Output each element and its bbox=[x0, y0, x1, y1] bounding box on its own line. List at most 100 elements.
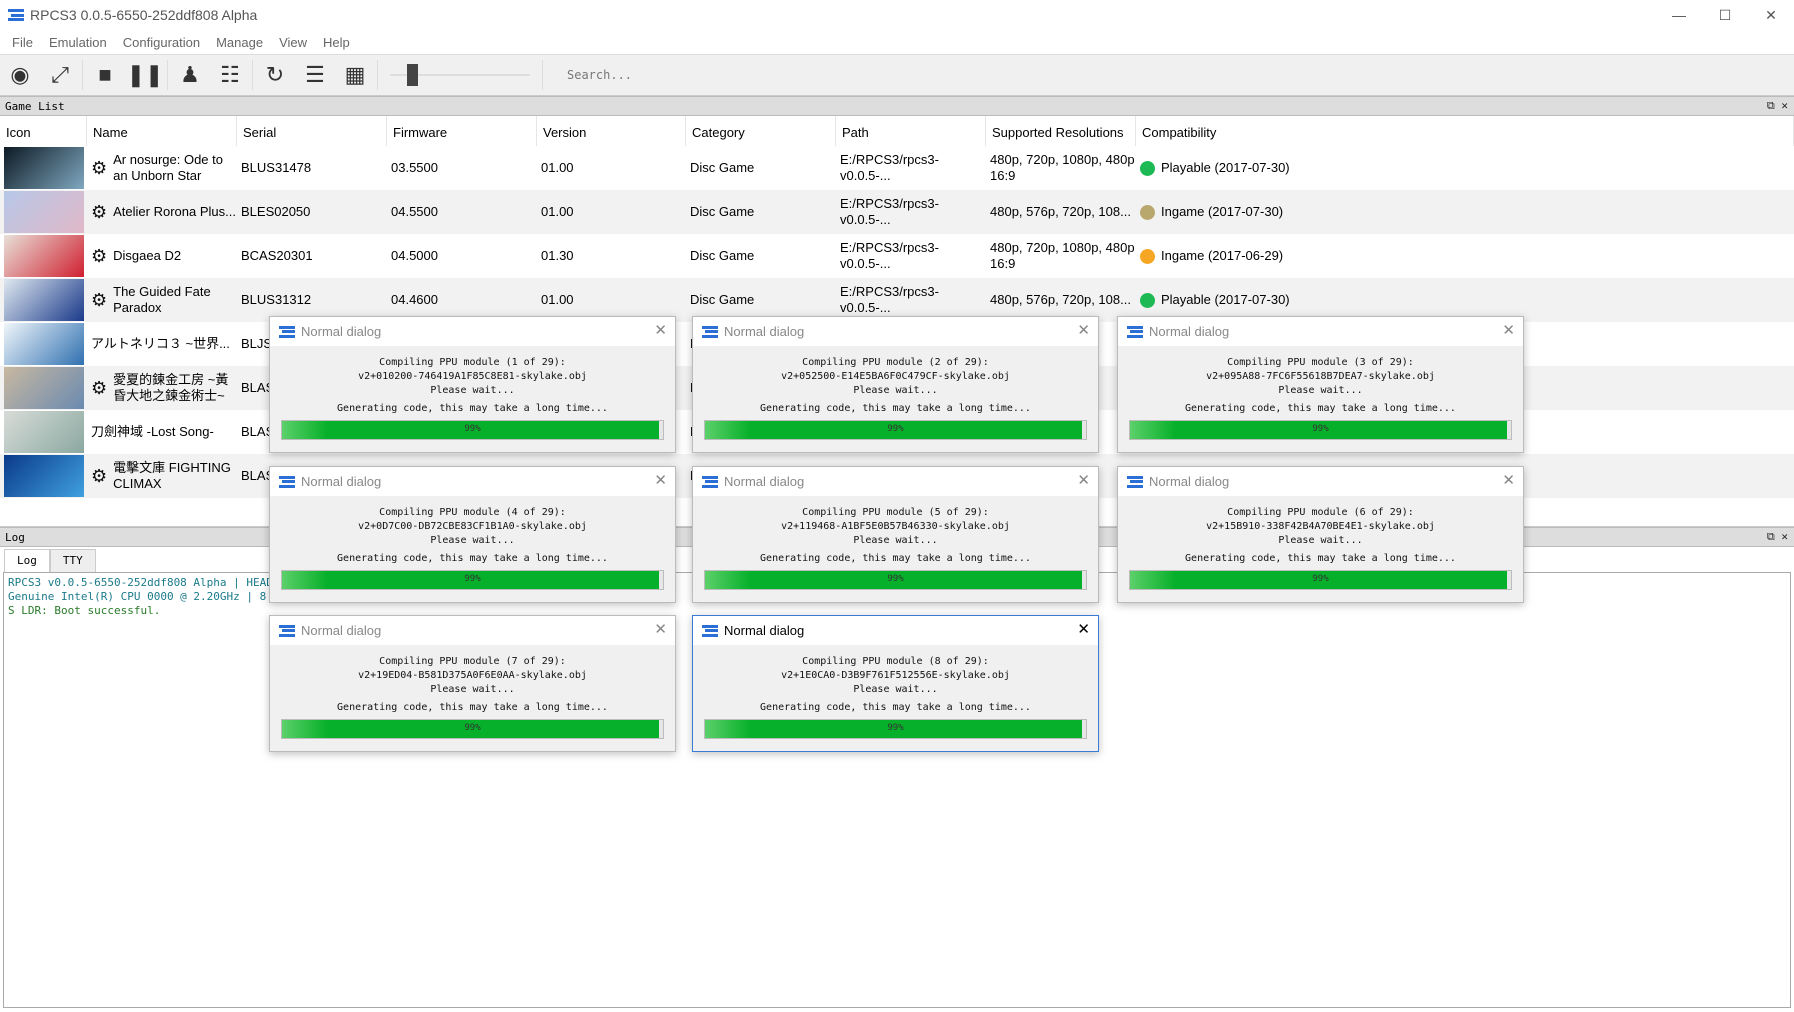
custom-config-gear-icon: ⚙ bbox=[91, 246, 108, 266]
menu-help[interactable]: Help bbox=[315, 35, 358, 50]
search-input[interactable]: Search... bbox=[559, 60, 759, 90]
dialog-module-file: v2+15B910-338F42B4A70BE4E1-skylake.obj bbox=[1206, 521, 1435, 532]
cell-version: 01.00 bbox=[537, 146, 686, 190]
progress-bar: 99% bbox=[704, 420, 1087, 440]
column-header-firmware[interactable]: Firmware bbox=[387, 116, 537, 146]
dialog-close-icon[interactable]: ✕ bbox=[1502, 471, 1515, 489]
close-button[interactable]: ✕ bbox=[1748, 0, 1794, 30]
dialog-title-bar[interactable]: Normal dialog bbox=[693, 317, 1098, 346]
rpcs3-logo-icon bbox=[8, 9, 24, 21]
compile-progress-dialog[interactable]: Normal dialog ✕ Compiling PPU module (4 of… bbox=[269, 466, 676, 603]
dialog-title-bar[interactable]: Normal dialog bbox=[270, 616, 675, 645]
compat-status-dot-icon bbox=[1140, 160, 1155, 176]
dialog-title-bar[interactable]: Normal dialog bbox=[1118, 467, 1523, 496]
icon-size-slider[interactable] bbox=[390, 60, 530, 90]
dock-float-close-icon[interactable]: ⧉ ✕ bbox=[1767, 530, 1788, 544]
cell-path: E:/RPCS3/rpcs3-v0.0.5-... bbox=[836, 190, 986, 234]
column-header-path[interactable]: Path bbox=[836, 116, 986, 146]
compile-progress-dialog[interactable]: Normal dialog ✕ Compiling PPU module (6 of… bbox=[1117, 466, 1524, 603]
category-text: Disc Game bbox=[690, 160, 755, 175]
stop-icon[interactable]: ■ bbox=[85, 57, 125, 93]
column-header-version[interactable]: Version bbox=[537, 116, 686, 146]
dialog-module-file: v2+0D7C00-DB72CBE83CF1B1A0-skylake.obj bbox=[358, 521, 587, 532]
game-row[interactable]: ⚙ Ar nosurge: Ode to an Unborn Star BLUS31… bbox=[0, 146, 1794, 190]
game-row[interactable]: ⚙ Atelier Rorona Plus... BLES02050 04.5500 0… bbox=[0, 190, 1794, 234]
tab-log[interactable]: Log bbox=[4, 549, 50, 572]
game-icon bbox=[4, 323, 84, 365]
column-header-icon[interactable]: Icon bbox=[0, 116, 87, 146]
dock-float-close-icon[interactable]: ⧉ ✕ bbox=[1767, 99, 1788, 113]
name-text: Atelier Rorona Plus... bbox=[113, 204, 236, 219]
menu-file[interactable]: File bbox=[4, 35, 41, 50]
path-text: E:/RPCS3/rpcs3-v0.0.5-... bbox=[840, 196, 939, 227]
dialog-close-icon[interactable]: ✕ bbox=[1077, 620, 1090, 638]
dialog-title-bar[interactable]: Normal dialog bbox=[693, 467, 1098, 496]
dialog-close-icon[interactable]: ✕ bbox=[1077, 321, 1090, 339]
rpcs3-logo-icon bbox=[1127, 325, 1143, 338]
cell-category: Disc Game bbox=[686, 146, 836, 190]
cell-category: Disc Game bbox=[686, 234, 836, 278]
firmware-text: 04.4600 bbox=[391, 292, 438, 307]
name-text: Disgaea D2 bbox=[113, 248, 182, 263]
dialog-close-icon[interactable]: ✕ bbox=[654, 471, 667, 489]
column-header-serial[interactable]: Serial bbox=[237, 116, 387, 146]
version-text: 01.30 bbox=[541, 248, 574, 263]
dialog-title-bar[interactable]: Normal dialog bbox=[693, 616, 1098, 645]
maximize-button[interactable]: ☐ bbox=[1702, 0, 1748, 30]
menu-view[interactable]: View bbox=[271, 35, 315, 50]
dialog-status-text: Generating code, this may take a long ti… bbox=[337, 553, 608, 564]
progress-label: 99% bbox=[887, 424, 904, 434]
grid-view-icon[interactable]: ▦ bbox=[335, 57, 375, 93]
fullscreen-icon[interactable]: ⤢ bbox=[40, 57, 80, 93]
cell-name: ⚙ Ar nosurge: Ode to an Unborn Star bbox=[87, 146, 237, 190]
game-row[interactable]: ⚙ Disgaea D2 BCAS20301 04.5000 01.30 Disc Gam… bbox=[0, 234, 1794, 278]
list-view-icon[interactable]: ☰ bbox=[295, 57, 335, 93]
progress-bar: 99% bbox=[281, 570, 664, 590]
compile-progress-dialog[interactable]: Normal dialog ✕ Compiling PPU module (5 of… bbox=[692, 466, 1099, 603]
dialog-close-icon[interactable]: ✕ bbox=[1502, 321, 1515, 339]
custom-config-gear-icon: ⚙ bbox=[91, 290, 108, 310]
cell-name: ⚙ The Guided Fate Paradox bbox=[87, 278, 237, 322]
menu-emulation[interactable]: Emulation bbox=[41, 35, 115, 50]
settings-sliders-icon[interactable]: ☷ bbox=[210, 57, 250, 93]
refresh-icon[interactable]: ↻ bbox=[255, 57, 295, 93]
compile-progress-dialog[interactable]: Normal dialog ✕ Compiling PPU module (1 of… bbox=[269, 316, 676, 453]
pause-icon[interactable]: ❚❚ bbox=[125, 57, 165, 93]
compile-progress-dialog[interactable]: Normal dialog ✕ Compiling PPU module (2 of… bbox=[692, 316, 1099, 453]
tab-tty[interactable]: TTY bbox=[49, 549, 96, 572]
cell-serial: BLES02050 bbox=[237, 190, 387, 234]
progress-label: 99% bbox=[1312, 574, 1329, 584]
dialog-close-icon[interactable]: ✕ bbox=[654, 321, 667, 339]
serial-text: BCAS20301 bbox=[241, 248, 313, 263]
category-text: Disc Game bbox=[690, 204, 755, 219]
dialog-title-bar[interactable]: Normal dialog bbox=[270, 467, 675, 496]
column-header-name[interactable]: Name bbox=[87, 116, 237, 146]
joystick-icon[interactable]: ♟ bbox=[170, 57, 210, 93]
dialog-title-bar[interactable]: Normal dialog bbox=[1118, 317, 1523, 346]
column-header-compatibility[interactable]: Compatibility bbox=[1136, 116, 1794, 146]
compile-progress-dialog[interactable]: Normal dialog ✕ Compiling PPU module (3 of… bbox=[1117, 316, 1524, 453]
dialog-title-bar[interactable]: Normal dialog bbox=[270, 317, 675, 346]
compile-progress-dialog[interactable]: Normal dialog ✕ Compiling PPU module (7 of… bbox=[269, 615, 676, 752]
resolutions-text: 480p, 576p, 720p, 108... bbox=[990, 204, 1131, 219]
resolutions-text: 480p, 720p, 1080p, 480p 16:9 bbox=[990, 152, 1135, 183]
menu-configuration[interactable]: Configuration bbox=[115, 35, 208, 50]
column-header-category[interactable]: Category bbox=[686, 116, 836, 146]
minimize-button[interactable]: — bbox=[1656, 0, 1702, 30]
cell-compat: Ingame (2017-06-29) bbox=[1136, 234, 1794, 278]
compile-progress-dialog[interactable]: Normal dialog ✕ Compiling PPU module (8 of… bbox=[692, 615, 1099, 752]
resolutions-text: 480p, 720p, 1080p, 480p 16:9 bbox=[990, 240, 1135, 271]
menu-manage[interactable]: Manage bbox=[208, 35, 271, 50]
dialog-close-icon[interactable]: ✕ bbox=[1077, 471, 1090, 489]
cell-firmware: 03.5500 bbox=[387, 146, 537, 190]
column-header-supported-resolutions[interactable]: Supported Resolutions bbox=[986, 116, 1136, 146]
cell-compat: Ingame (2017-07-30) bbox=[1136, 190, 1794, 234]
progress-label: 99% bbox=[887, 574, 904, 584]
progress-bar: 99% bbox=[1129, 570, 1512, 590]
boot-disc-icon[interactable]: ◉ bbox=[0, 57, 40, 93]
name-text: Ar nosurge: Ode to an Unborn Star bbox=[113, 152, 223, 183]
name-text: アルトネリコ３ ~世界... bbox=[91, 336, 230, 351]
category-text: Disc Game bbox=[690, 248, 755, 263]
cell-path: E:/RPCS3/rpcs3-v0.0.5-... bbox=[836, 234, 986, 278]
dialog-close-icon[interactable]: ✕ bbox=[654, 620, 667, 638]
